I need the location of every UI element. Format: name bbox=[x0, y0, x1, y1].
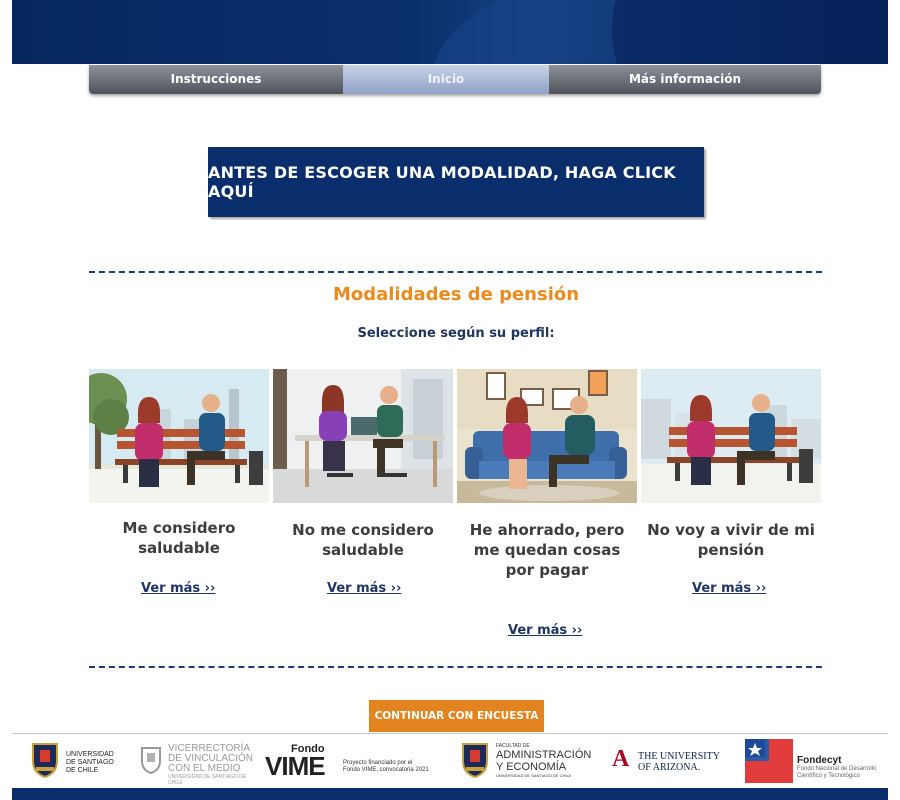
shield-icon bbox=[141, 747, 161, 774]
logo-line: UNIVERSIDAD DE SANTIAGO DE CHILE bbox=[168, 774, 247, 786]
vinculacion-text: VICERRECTORÍA DE VINCULACIÓN CON EL MEDI… bbox=[168, 744, 260, 787]
logo-line: THE UNIVERSITY bbox=[638, 751, 720, 762]
card-title-line: saludable bbox=[322, 541, 404, 559]
logo-line: Fondo VIME, convocatoria 2021 bbox=[343, 767, 429, 773]
logo-line: Científico y Tecnológico bbox=[797, 773, 860, 779]
ver-mas-link-no-vivir-pension[interactable]: Ver más ›› bbox=[692, 581, 766, 596]
vinculacion-logo: VICERRECTORÍA DE VINCULACIÓN CON EL MEDI… bbox=[140, 744, 260, 786]
card-image-saludable[interactable] bbox=[89, 369, 269, 503]
logo-line: OF ARIZONA. bbox=[638, 762, 701, 773]
arizona-logo: A THE UNIVERSITY OF ARIZONA. bbox=[612, 746, 722, 776]
tab-inicio[interactable]: Inicio bbox=[343, 65, 549, 94]
continue-survey-button[interactable]: CONTINUAR CON ENCUESTA bbox=[369, 700, 544, 732]
card-title-saludable: Me considero saludable bbox=[89, 518, 269, 558]
card-title-no-vivir-pension: No voy a vivir de mi pensión bbox=[641, 520, 821, 560]
fondo-vime-logo: Fondo VIME Proyecto financiado por el Fo… bbox=[265, 743, 435, 781]
header-banner bbox=[12, 0, 888, 64]
ver-mas-link-saludable[interactable]: Ver más ›› bbox=[141, 581, 215, 596]
card-title-line: No voy a vivir de mi bbox=[647, 521, 815, 539]
park-bench-illustration bbox=[89, 369, 269, 503]
shield-icon bbox=[462, 743, 488, 779]
logo-line: CON EL MEDIO bbox=[168, 763, 241, 774]
logo-line: Proyecto financiado por el bbox=[343, 760, 413, 766]
logo-line: ADMINISTRACIÓN bbox=[496, 749, 592, 761]
logo-line: Y ECONOMÍA bbox=[496, 761, 567, 773]
tab-instrucciones[interactable]: Instrucciones bbox=[89, 65, 343, 94]
main-nav: Instrucciones Inicio Más información bbox=[89, 65, 821, 94]
chile-flag-icon bbox=[745, 739, 793, 783]
city-bench-illustration bbox=[641, 369, 821, 503]
fondecyt-text: Fondecyt Fondo Nacional de Desarrollo Ci… bbox=[797, 755, 876, 780]
vime-note: Proyecto financiado por el Fondo VIME, c… bbox=[343, 760, 429, 774]
arizona-text: THE UNIVERSITY OF ARIZONA. bbox=[638, 751, 720, 773]
card-title-line: Me considero bbox=[122, 519, 236, 537]
card-title-line: por pagar bbox=[505, 561, 589, 579]
footer-bar bbox=[12, 788, 888, 800]
office-desk-illustration bbox=[273, 369, 453, 503]
card-image-no-saludable[interactable] bbox=[273, 369, 453, 503]
modalidad-info-button[interactable]: ANTES DE ESCOGER UNA MODALIDAD, HAGA CLI… bbox=[208, 147, 704, 217]
section-subtitle: Seleccione según su perfil: bbox=[357, 326, 555, 341]
section-title: Modalidades de pensión bbox=[332, 284, 580, 305]
arizona-a-icon: A bbox=[612, 746, 630, 772]
logo-line: UNIVERSIDAD bbox=[66, 751, 114, 758]
fondecyt-logo: Fondecyt Fondo Nacional de Desarrollo Ci… bbox=[745, 739, 885, 783]
card-image-no-vivir-pension[interactable] bbox=[641, 369, 821, 503]
card-title-line: He ahorrado, pero bbox=[469, 521, 625, 539]
logo-line: DE SANTIAGO bbox=[66, 759, 114, 766]
usach-text: UNIVERSIDAD DE SANTIAGO DE CHILE bbox=[66, 751, 114, 775]
card-title-line: pensión bbox=[697, 541, 765, 559]
card-title-no-saludable: No me considero saludable bbox=[273, 520, 453, 560]
divider bbox=[89, 271, 822, 273]
vime-main-text: VIME bbox=[265, 751, 326, 781]
living-room-illustration bbox=[457, 369, 637, 503]
logo-line: Fondo Nacional de Desarrollo bbox=[797, 766, 877, 772]
logo-line: UNIVERSIDAD DE SANTIAGO DE CHILE bbox=[496, 773, 572, 778]
footer-divider bbox=[12, 733, 888, 734]
logo-line: DE CHILE bbox=[66, 767, 99, 774]
card-title-ahorrado: He ahorrado, pero me quedan cosas por pa… bbox=[457, 520, 637, 580]
logo-line: Fondecyt bbox=[797, 755, 842, 766]
fae-text: FACULTAD DE ADMINISTRACIÓN Y ECONOMÍA UN… bbox=[496, 743, 591, 778]
card-title-line: No me considero bbox=[292, 521, 434, 539]
card-image-ahorrado[interactable] bbox=[457, 369, 637, 503]
fae-logo: FACULTAD DE ADMINISTRACIÓN Y ECONOMÍA UN… bbox=[460, 741, 591, 781]
ver-mas-link-ahorrado[interactable]: Ver más ›› bbox=[508, 623, 582, 638]
usach-logo: UNIVERSIDAD DE SANTIAGO DE CHILE bbox=[30, 741, 120, 781]
card-title-line: me quedan cosas bbox=[473, 541, 621, 559]
shield-icon bbox=[32, 743, 58, 779]
ver-mas-link-no-saludable[interactable]: Ver más ›› bbox=[327, 581, 401, 596]
divider bbox=[89, 666, 822, 668]
card-title-line: saludable bbox=[138, 539, 220, 557]
tab-mas-informacion[interactable]: Más información bbox=[549, 65, 821, 94]
banner-decoration bbox=[612, 0, 888, 64]
